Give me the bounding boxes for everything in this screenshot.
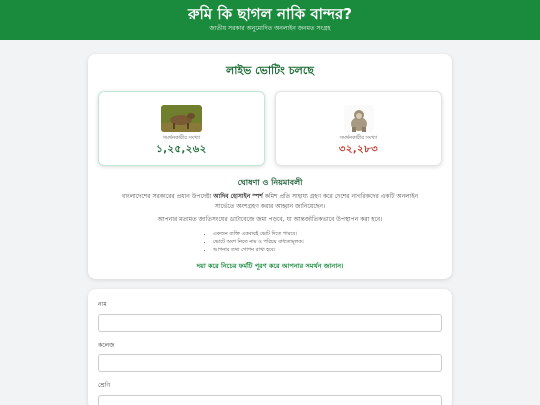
vote-option-monkey[interactable]: সমর্থনকারীর সংখ্যা ৩২,২৮৩ — [275, 91, 442, 166]
page-subtitle: জাতীয় সরকার অনুমোদিত অনলাইন জনমত সংগ্রহ — [209, 25, 331, 32]
rule-item: আপনার তথ্য গোপন রাখা হবে। — [213, 246, 335, 254]
vote-label: সমর্থনকারীর সংখ্যা — [162, 135, 201, 141]
class-input[interactable] — [98, 394, 442, 405]
notice-paragraph-2: আপনার মতামত জাতিসংঘের ডাটাবেজে জমা পড়বে… — [157, 216, 383, 223]
vote-options: সমর্থনকারীর সংখ্যা ১,২৫,২৬২ সমর্থনকারীর … — [98, 91, 442, 166]
name-input[interactable] — [98, 313, 442, 332]
college-input[interactable] — [98, 354, 442, 372]
college-label: কলেজ — [98, 341, 115, 349]
notice-title: ঘোষণা ও নিয়মাবলী — [237, 178, 303, 187]
rule-item: একজন ব্যক্তি একবারই ভোট দিতে পারবে। — [213, 230, 335, 238]
page-header: রুমি কি ছাগল নাকি বান্দর? জাতীয় সরকার অ… — [0, 0, 540, 40]
class-label: শ্রেণি — [98, 382, 111, 389]
live-voting-card: লাইভ ভোটিং চলছে সমর্থনকারীর সংখ্যা ১,২৫,… — [88, 54, 452, 279]
form-cta: দয়া করে নিচের ফর্মটি পূরণ করে আপনার সমর… — [196, 262, 344, 270]
survey-form: নাম কলেজ শ্রেণি — [88, 289, 452, 405]
notice-paragraph-1: বাংলাদেশের সরকারের প্রধান উপদেষ্টা আদিব … — [98, 192, 442, 212]
rules-list: একজন ব্যক্তি একবারই ভোট দিতে পারবে। ভোটে… — [205, 230, 335, 254]
vote-label: সমর্থনকারীর সংখ্যা — [339, 135, 378, 141]
goat-photo — [161, 105, 202, 132]
adviser-name: আদিব হোসাইন স্পর্শ — [213, 193, 263, 200]
rule-item: ভোটে অংশ নিতে নাম ও পরিচয় বাধ্যতামূলক। — [213, 238, 335, 246]
vote-count-goat: ১,২৫,২৬২ — [156, 144, 207, 155]
monkey-photo — [343, 105, 374, 132]
page-title: রুমি কি ছাগল নাকি বান্দর? — [187, 5, 353, 23]
vote-option-goat[interactable]: সমর্থনকারীর সংখ্যা ১,২৫,২৬২ — [98, 91, 265, 166]
live-voting-title: লাইভ ভোটিং চলছে — [226, 64, 314, 77]
notice-text: বাংলাদেশের সরকারের প্রধান উপদেষ্টা — [121, 193, 214, 200]
vote-count-monkey: ৩২,২৮৩ — [338, 144, 379, 155]
name-label: নাম — [98, 301, 107, 308]
